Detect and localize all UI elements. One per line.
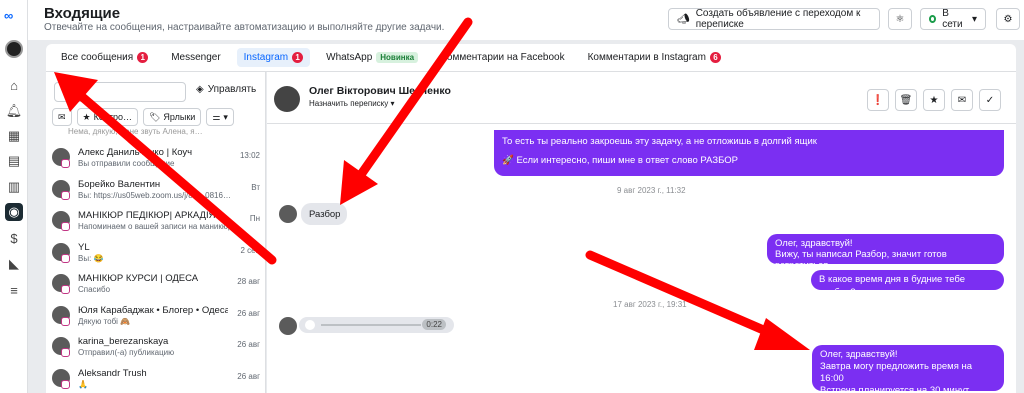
voice-message[interactable]: 0:22 — [299, 317, 454, 333]
chevron-down-icon: ▾ — [971, 13, 977, 25]
tab-messenger[interactable]: Messenger — [164, 48, 227, 67]
chat-panel: Олег Вікторович Шевченко Назначить переп… — [267, 72, 1016, 393]
unread-badge: 6 — [709, 52, 721, 63]
menu-icon[interactable]: ≡ — [5, 281, 23, 299]
outgoing-message: В какое время дня в будние тебе удобно? — [811, 270, 1004, 298]
assign-dropdown[interactable]: Назначить переписку ▾ — [309, 99, 395, 108]
list-item[interactable]: Алекс Данильченко | Коуч Вы отправили со… — [46, 144, 265, 174]
avatar — [279, 317, 297, 335]
outgoing-message: Олег, здравствуй! Завтра могу предложить… — [812, 345, 1004, 393]
list-item[interactable]: МАНІКЮР ПЕДІКЮР| АРКАДІЯ Напоминаем о ва… — [46, 207, 265, 237]
list-item[interactable]: МАНІКЮР КУРСИ | ОДЕСА Спасибо 28 авг — [46, 270, 265, 300]
outgoing-message: То есть ты реально закроешь эту задачу, … — [494, 130, 1004, 176]
tab-facebook-comments[interactable]: Комментарии на Facebook — [434, 48, 572, 67]
list-item[interactable]: Aleksandr Trush 🙏 26 авг — [46, 365, 265, 393]
stack-icon: ◈ — [196, 84, 204, 95]
new-badge: Новинка — [376, 52, 419, 63]
filter-control-chip[interactable]: ★ Контро… — [76, 108, 138, 126]
tag-icon: 🏷︎ — [148, 111, 161, 122]
star-icon: ★ — [82, 111, 91, 122]
instagram-icon — [61, 348, 70, 357]
list-item[interactable]: Юля Карабаджак • Блогер • Одеса Дякую то… — [46, 302, 265, 332]
avatar — [279, 205, 297, 223]
filter-sliders-button[interactable]: ⚌ ▾ — [206, 108, 234, 126]
instagram-icon — [61, 159, 70, 168]
filter-labels-chip[interactable]: 🏷︎ Ярлыки — [142, 108, 202, 126]
alert-icon: ❗ — [871, 94, 885, 106]
manage-button[interactable]: ◈ Управлять — [196, 84, 256, 95]
online-status-icon — [929, 15, 937, 23]
delete-button[interactable]: 🗑︎ — [895, 89, 917, 111]
instagram-icon — [61, 191, 70, 200]
timestamp: 17 авг 2023 г., 19:31 — [613, 300, 687, 309]
tab-all-messages[interactable]: Все сообщения 1 — [54, 48, 155, 67]
ads-icon[interactable]: ◣ — [5, 255, 23, 273]
grid-icon[interactable]: ▦ — [5, 127, 23, 145]
instagram-icon — [61, 380, 70, 389]
tab-instagram[interactable]: Instagram 1 — [236, 48, 311, 67]
left-rail: ∞ ⌂ 🔔︎ ▦ ▤ ▥ ◉ $ ◣ ≡ — [0, 0, 28, 393]
unread-badge: 1 — [137, 52, 149, 63]
home-icon[interactable]: ⌂ — [5, 76, 23, 94]
chevron-down-icon: ▾ — [223, 111, 228, 122]
filter-mail-chip[interactable]: ✉ — [52, 108, 72, 126]
conversation-list: ◈ Управлять ✉ ★ Контро… 🏷︎ Ярлыки ⚌ ▾ Нема,… — [46, 72, 266, 393]
outgoing-message: Олег, здравствуй! Вижу, ты написал Разбо… — [767, 234, 1004, 271]
clipped-preview: Нема, дякую, мене звуть Алена, я… — [68, 127, 203, 136]
mail-icon: ✉ — [58, 111, 66, 122]
timestamp: 9 авг 2023 г., 11:32 — [617, 186, 686, 195]
checkmark-icon: ✓ — [985, 94, 995, 106]
inbox-tabs: Все сообщения 1 Messenger Instagram 1 Wh… — [46, 44, 1016, 72]
done-button[interactable]: ✓ — [979, 89, 1001, 111]
insights-icon[interactable]: ▥ — [5, 178, 23, 196]
gear-icon: ⚙ — [1003, 13, 1013, 25]
trash-icon: 🗑︎ — [899, 94, 913, 106]
chat-header: Олег Вікторович Шевченко Назначить переп… — [267, 72, 1016, 124]
instagram-icon — [61, 254, 70, 263]
settings-button[interactable]: ⚙ — [996, 8, 1020, 30]
monetization-icon[interactable]: $ — [5, 229, 23, 247]
sliders-icon: ⚌ — [212, 111, 221, 122]
star-icon: ★ — [929, 94, 939, 106]
instagram-icon — [61, 285, 70, 294]
avatar — [274, 86, 300, 112]
filter-bar: ✉ ★ Контро… 🏷︎ Ярлыки ⚌ ▾ — [52, 108, 234, 126]
mail-icon: ✉ — [957, 94, 967, 106]
pages-icon[interactable]: ▤ — [5, 152, 23, 170]
mark-unread-button[interactable]: ✉ — [951, 89, 973, 111]
list-item[interactable]: Борейко Валентин Вы: https://us05web.zoo… — [46, 176, 265, 206]
atom-icon: ⚛ — [895, 13, 905, 25]
contact-name: Олег Вікторович Шевченко — [309, 85, 451, 97]
list-item[interactable]: YL Вы: 😂 2 сен — [46, 239, 265, 269]
audio-progress-track[interactable] — [321, 324, 421, 326]
tab-whatsapp[interactable]: WhatsApp Новинка — [319, 48, 425, 67]
page-title: Входящие — [44, 5, 121, 22]
incoming-message: Разбор — [301, 203, 347, 225]
create-ad-button[interactable]: 📣︎ Создать объявление с переходом к пере… — [668, 8, 880, 30]
meta-logo-icon[interactable]: ∞ — [4, 8, 24, 23]
play-icon[interactable] — [305, 320, 315, 330]
react-button[interactable]: ⚛ — [888, 8, 912, 30]
page-subtitle: Отвечайте на сообщения, настраивайте авт… — [44, 22, 445, 33]
megaphone-icon: 📣︎ — [677, 13, 690, 25]
list-item[interactable]: karina_berezanskaya Отправил(-а) публика… — [46, 333, 265, 363]
audio-duration: 0:22 — [422, 319, 446, 330]
notifications-icon[interactable]: 🔔︎ — [5, 102, 23, 120]
unread-badge: 1 — [292, 52, 304, 63]
instagram-icon — [61, 317, 70, 326]
page-header: Входящие Отвечайте на сообщения, настраи… — [28, 0, 1024, 40]
inbox-icon[interactable]: ◉ — [5, 203, 23, 221]
star-button[interactable]: ★ — [923, 89, 945, 111]
search-input[interactable] — [54, 82, 186, 102]
status-dropdown[interactable]: В сети ▾ — [920, 8, 986, 30]
instagram-icon — [61, 222, 70, 231]
tab-instagram-comments[interactable]: Комментарии в Instagram 6 — [581, 48, 728, 67]
report-button[interactable]: ❗ — [867, 89, 889, 111]
profile-avatar[interactable] — [5, 40, 23, 58]
